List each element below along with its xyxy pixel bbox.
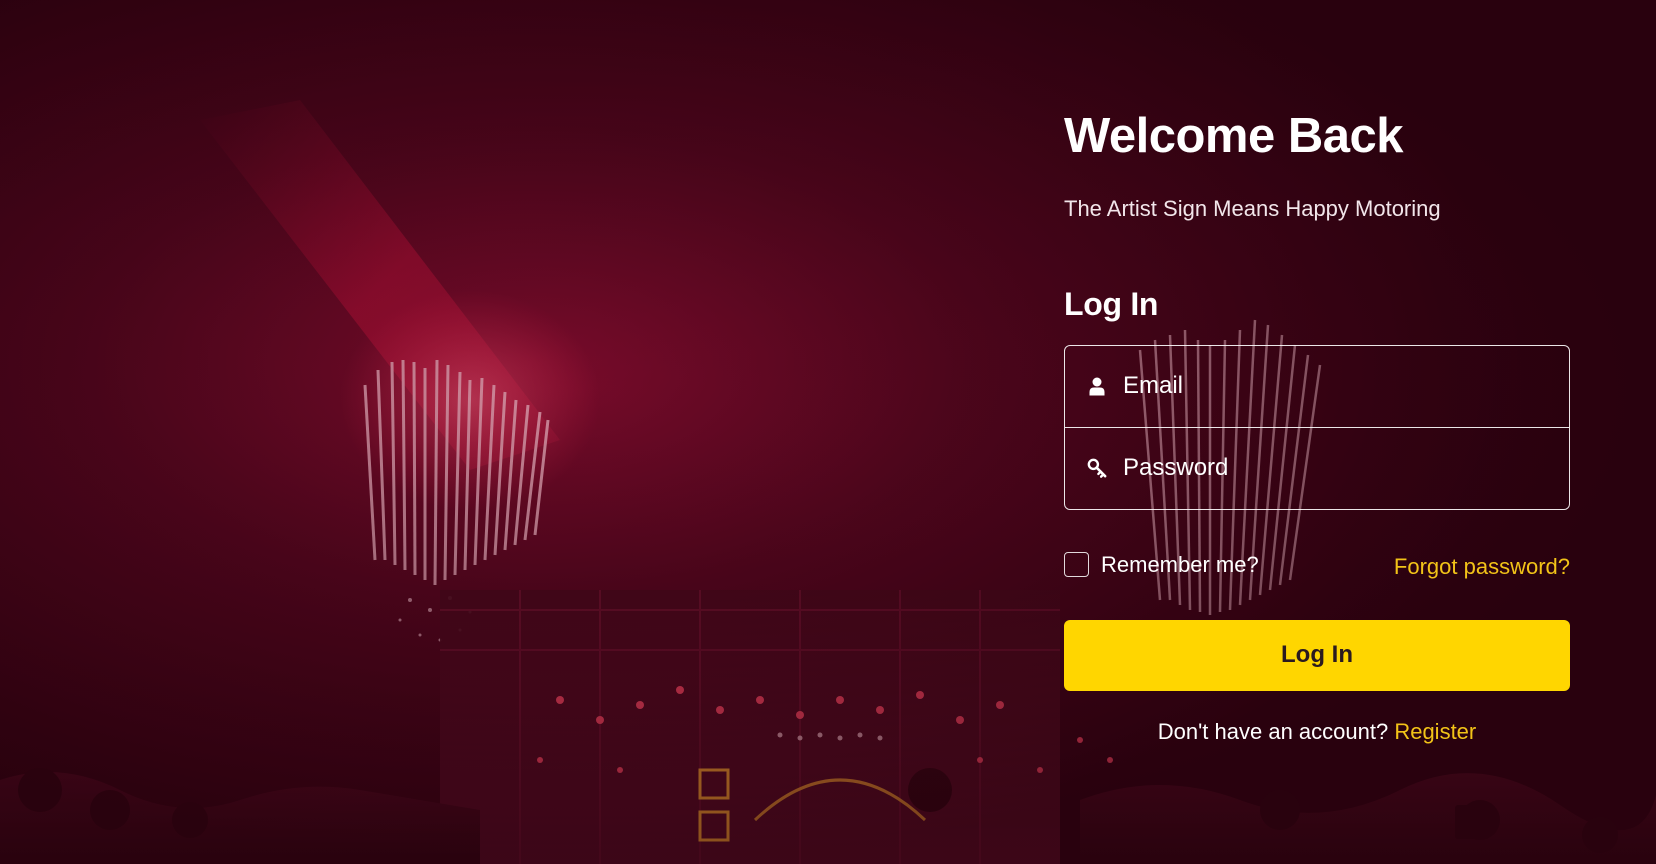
remember-me-checkbox[interactable]: [1064, 552, 1089, 578]
email-field-row: [1065, 345, 1569, 427]
register-prompt-text: Don't have an account?: [1157, 718, 1395, 744]
login-options-row: Remember me? Forgot password?: [1064, 550, 1570, 580]
register-link[interactable]: Register: [1394, 719, 1476, 744]
register-prompt-row: Don't have an account? Register: [1064, 719, 1570, 745]
remember-me-label: Remember me?: [1101, 551, 1259, 577]
forgot-password-link[interactable]: Forgot password?: [1394, 554, 1570, 580]
remember-me-toggle[interactable]: Remember me?: [1064, 552, 1259, 578]
password-field-row: [1065, 426, 1569, 509]
password-input[interactable]: [1065, 427, 1569, 509]
welcome-subtitle: The Artist Sign Means Happy Motoring: [1064, 195, 1441, 221]
email-input[interactable]: [1065, 345, 1569, 427]
welcome-title: Welcome Back: [1064, 109, 1404, 163]
login-page: Welcome Back The Artist Sign Means Happy…: [0, 0, 1656, 864]
credentials-field-group: [1064, 344, 1570, 510]
key-icon: [1087, 457, 1107, 479]
login-heading: Log In: [1064, 285, 1159, 322]
login-panel: Welcome Back The Artist Sign Means Happy…: [1064, 109, 1570, 745]
login-button[interactable]: Log In: [1064, 619, 1570, 691]
user-icon: [1087, 375, 1107, 397]
